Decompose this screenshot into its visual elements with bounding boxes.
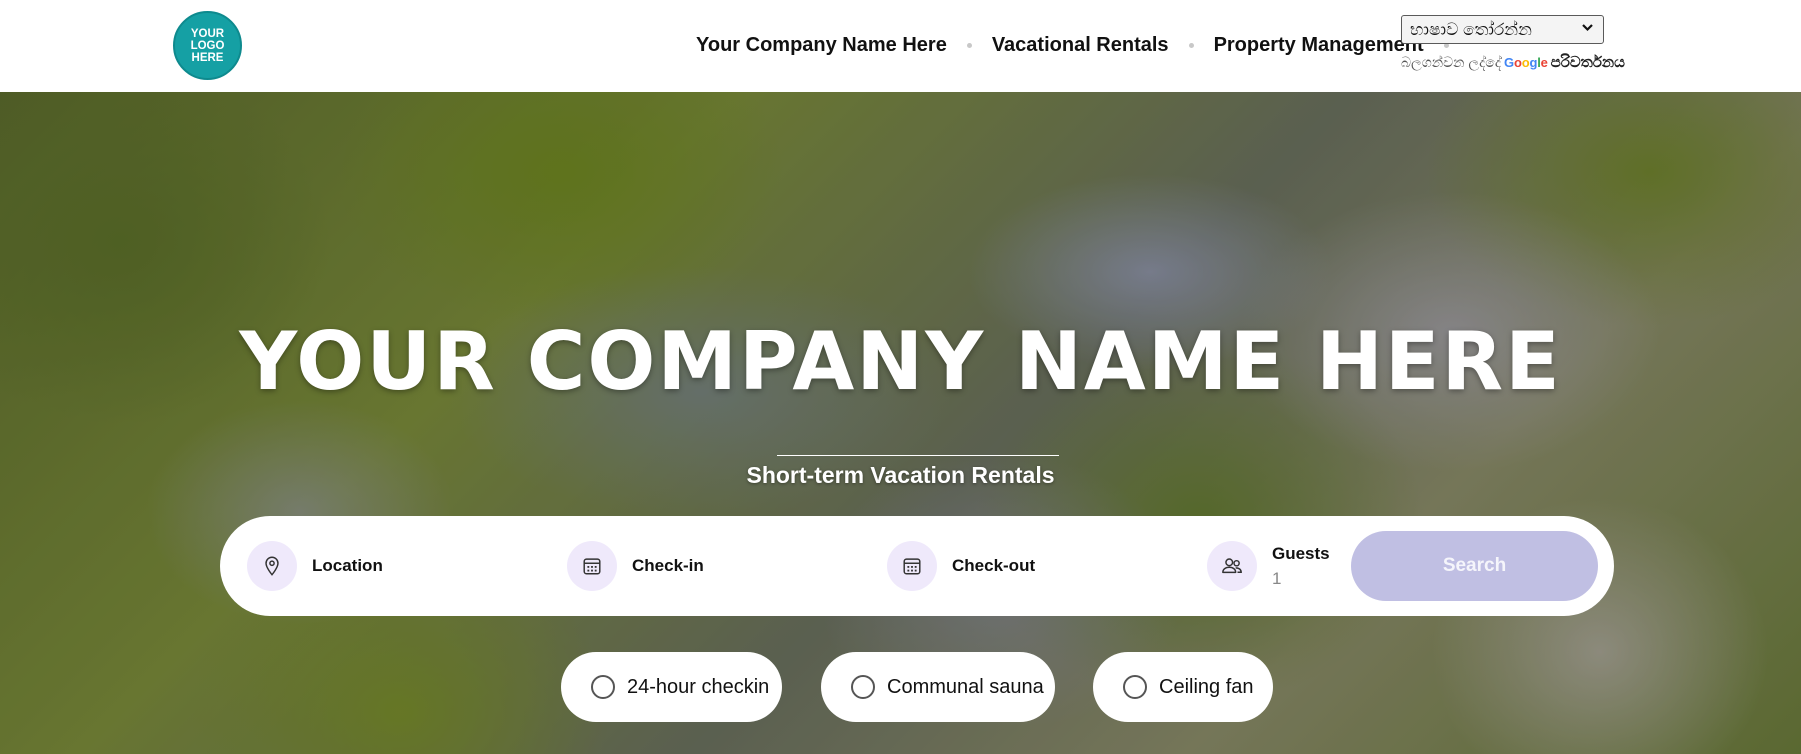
hero-divider	[777, 455, 1059, 456]
checkout-field[interactable]: Check-out	[887, 541, 1035, 591]
amenity-chip-communal-sauna[interactable]: Communal sauna	[821, 652, 1055, 722]
language-select-value: භාෂාව තෝරන්න	[1410, 19, 1532, 39]
amenity-chip-ceiling-fan[interactable]: Ceiling fan	[1093, 652, 1273, 722]
google-logo[interactable]: Google	[1504, 55, 1548, 70]
nav-separator	[1188, 42, 1194, 48]
guests-label: Guests	[1272, 543, 1330, 563]
powered-by-prefix: බලගන්වන ලද්දේ	[1401, 54, 1502, 70]
search-bar: Location Check-in Check-out Guests 1 Sea…	[220, 516, 1614, 616]
location-label: Location	[312, 556, 383, 575]
radio-icon	[1123, 675, 1147, 699]
site-header: YOUR LOGO HERE Your Company Name Here Va…	[0, 0, 1801, 92]
guests-text: Guests 1	[1272, 544, 1330, 589]
search-button[interactable]: Search	[1351, 531, 1598, 601]
hero-subtitle: Short-term Vacation Rentals	[746, 462, 1055, 488]
amenity-chip-24-hour-checkin[interactable]: 24-hour checkin	[561, 652, 782, 722]
translate-label[interactable]: පරිවර්තනය	[1551, 54, 1625, 71]
logo-text: YOUR LOGO HERE	[190, 27, 225, 64]
checkin-label: Check-in	[632, 556, 704, 575]
main-nav: Your Company Name Here Vacational Rental…	[696, 32, 1469, 58]
guests-field[interactable]: Guests 1	[1207, 541, 1330, 591]
checkin-field[interactable]: Check-in	[567, 541, 704, 591]
chevron-down-icon	[1581, 21, 1594, 37]
hero-title: YOUR COMPANY NAME HERE	[239, 315, 1562, 408]
guests-value: 1	[1272, 568, 1282, 588]
amenity-label: 24-hour checkin	[627, 675, 770, 698]
hero-section: YOUR COMPANY NAME HERE Short-term Vacati…	[0, 92, 1801, 754]
map-pin-icon	[247, 541, 297, 591]
radio-icon	[591, 675, 615, 699]
radio-icon	[851, 675, 875, 699]
amenity-label: Communal sauna	[887, 675, 1044, 698]
nav-separator	[966, 42, 972, 48]
location-field[interactable]: Location	[247, 541, 383, 591]
calendar-icon	[887, 541, 937, 591]
amenity-label: Ceiling fan	[1159, 675, 1254, 698]
powered-by-google-translate: බලගන්වන ලද්දේ Google පරිවර්තනය	[1401, 54, 1625, 71]
calendar-icon	[567, 541, 617, 591]
nav-item-company[interactable]: Your Company Name Here	[696, 34, 947, 57]
nav-item-property-management[interactable]: Property Management	[1214, 34, 1424, 57]
company-logo[interactable]: YOUR LOGO HERE	[173, 11, 242, 80]
users-icon	[1207, 541, 1257, 591]
checkout-label: Check-out	[952, 556, 1036, 575]
nav-item-vacational-rentals[interactable]: Vacational Rentals	[992, 34, 1169, 57]
language-select[interactable]: භාෂාව තෝරන්න	[1401, 15, 1604, 44]
